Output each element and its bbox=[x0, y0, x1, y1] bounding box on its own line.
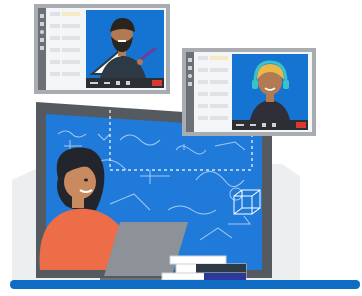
app-sidebar bbox=[186, 52, 194, 132]
app-sidebar bbox=[38, 8, 46, 90]
video-call-window-1 bbox=[34, 4, 170, 94]
video-call-window-2 bbox=[182, 48, 316, 136]
call-controls bbox=[232, 120, 308, 130]
video-class-illustration bbox=[10, 4, 360, 289]
end-call-button[interactable] bbox=[152, 80, 162, 86]
end-call-button[interactable] bbox=[296, 122, 306, 128]
desk bbox=[10, 280, 360, 289]
call-controls bbox=[86, 78, 164, 88]
